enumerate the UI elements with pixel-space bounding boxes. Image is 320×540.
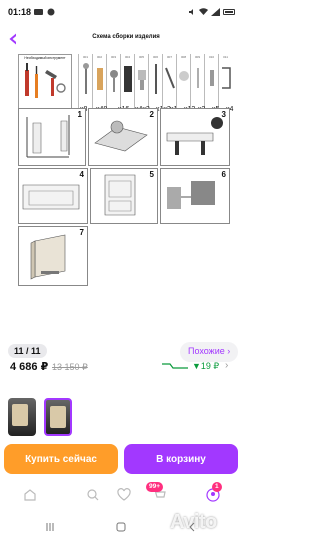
- part-code: 008: [180, 55, 186, 59]
- part-cell: 004: [120, 54, 134, 110]
- part-code: 004: [124, 55, 130, 59]
- part-cell: 009: [190, 54, 204, 110]
- part-code: 001: [82, 55, 88, 59]
- part-cell: 002: [92, 54, 106, 110]
- home-icon[interactable]: [23, 488, 37, 502]
- part-bracket-icon: [222, 67, 231, 89]
- back-nav-icon[interactable]: [188, 522, 198, 532]
- part-cell: 006: [148, 54, 162, 110]
- status-left: 01:18: [8, 7, 55, 17]
- step-number: 2: [149, 110, 154, 119]
- step-diagram-icon: [167, 181, 215, 209]
- part-cell: 005: [134, 54, 148, 110]
- status-right: [188, 8, 235, 16]
- part-cam-icon: [110, 70, 118, 92]
- thumbnail-active[interactable]: [44, 398, 72, 436]
- assembly-step: 1: [18, 108, 86, 166]
- assembly-step: 6: [160, 168, 230, 224]
- assembly-sheet: Схема сборки изделия Необходимый инструм…: [16, 32, 233, 286]
- part-code: 011: [223, 55, 228, 59]
- part-cell: 001: [78, 54, 92, 110]
- current-price: 4 686 ₽: [10, 361, 49, 373]
- step-number: 4: [79, 170, 84, 179]
- messenger-icon: [47, 8, 55, 16]
- thumbnail-strip: [0, 396, 243, 440]
- price-trend-label: ▼19 ₽: [192, 360, 220, 371]
- part-code: 002: [96, 55, 102, 59]
- part-code: 006: [152, 55, 158, 59]
- home-button-icon[interactable]: [116, 522, 126, 532]
- parts-grid: 001 002 003 004 005 006 007 008 009 010 …: [78, 54, 240, 113]
- step-number: 7: [79, 228, 84, 237]
- step-diagram-icon: [22, 184, 80, 210]
- step-diagram-icon: [166, 117, 223, 155]
- part-code: 010: [208, 55, 214, 59]
- product-gallery[interactable]: Схема сборки изделия Необходимый инструм…: [0, 24, 243, 362]
- status-bar: 01:18: [0, 0, 243, 24]
- thumbnail[interactable]: [8, 398, 36, 436]
- tools-box: Необходимый инструмент: [18, 54, 72, 110]
- step-number: 3: [221, 110, 226, 119]
- assembly-step: 7: [18, 226, 88, 286]
- thumbnail-image: [12, 404, 28, 426]
- part-dowel-icon: [97, 68, 103, 90]
- signal-icon: [211, 8, 220, 16]
- cabinet-icon: [30, 234, 66, 280]
- part-pin-icon: [210, 70, 214, 86]
- profile-badge: 1: [212, 482, 222, 492]
- part-cell: 008: [176, 54, 190, 110]
- old-price: 13 150 ₽: [52, 362, 88, 372]
- step-diagram-icon: [94, 120, 148, 152]
- add-to-cart-button[interactable]: В корзину: [124, 444, 238, 474]
- price-trend-chart-icon: [162, 363, 188, 369]
- part-bolt-icon: [165, 67, 175, 89]
- step-number: 6: [221, 170, 226, 179]
- part-code: 005: [138, 55, 144, 59]
- step-diagram-icon: [26, 115, 70, 158]
- mute-icon: [189, 9, 193, 15]
- assembly-step: 4: [18, 168, 88, 224]
- step-number: 1: [77, 110, 82, 119]
- sheet-title: Схема сборки изделия: [92, 34, 160, 40]
- part-code: 007: [166, 55, 172, 59]
- wifi-icon: [199, 8, 208, 15]
- assembly-step: 3: [160, 108, 230, 166]
- part-cell: 010: [204, 54, 218, 110]
- recents-icon[interactable]: [45, 522, 55, 532]
- system-nav-bar: [0, 516, 243, 540]
- battery-icon: [223, 9, 235, 15]
- chevron-right-icon[interactable]: ›: [225, 360, 228, 371]
- price-trend[interactable]: ▼19 ₽: [162, 359, 222, 373]
- part-nail-icon: [197, 68, 199, 88]
- cart-badge: 99+: [146, 482, 164, 492]
- part-screw-icon: [83, 63, 89, 94]
- part-cap-icon: [179, 71, 189, 81]
- part-handle-icon: [155, 64, 157, 94]
- tools-icon: [25, 63, 66, 98]
- assembly-step: 5: [90, 168, 158, 224]
- part-cell: 011: [218, 54, 232, 110]
- cta-bar: Купить сейчас В корзину: [0, 444, 243, 474]
- favorites-icon[interactable]: [117, 488, 131, 502]
- part-leg-icon: [124, 66, 132, 92]
- search-catalog-icon[interactable]: [85, 488, 99, 502]
- part-code: 003: [110, 55, 116, 59]
- step-diagram-icon: [104, 174, 136, 216]
- part-cell: 007: [162, 54, 176, 110]
- page-counter: 11 / 11: [8, 344, 47, 358]
- part-code: 009: [194, 55, 200, 59]
- assembly-step: 2: [88, 108, 158, 166]
- part-hinge-icon: [138, 70, 146, 90]
- notification-icon: [34, 9, 44, 15]
- part-cell: 003: [106, 54, 120, 110]
- step-number: 5: [149, 170, 154, 179]
- status-time: 01:18: [8, 7, 32, 17]
- thumbnail-image: [50, 406, 66, 428]
- buy-now-button[interactable]: Купить сейчас: [4, 444, 118, 474]
